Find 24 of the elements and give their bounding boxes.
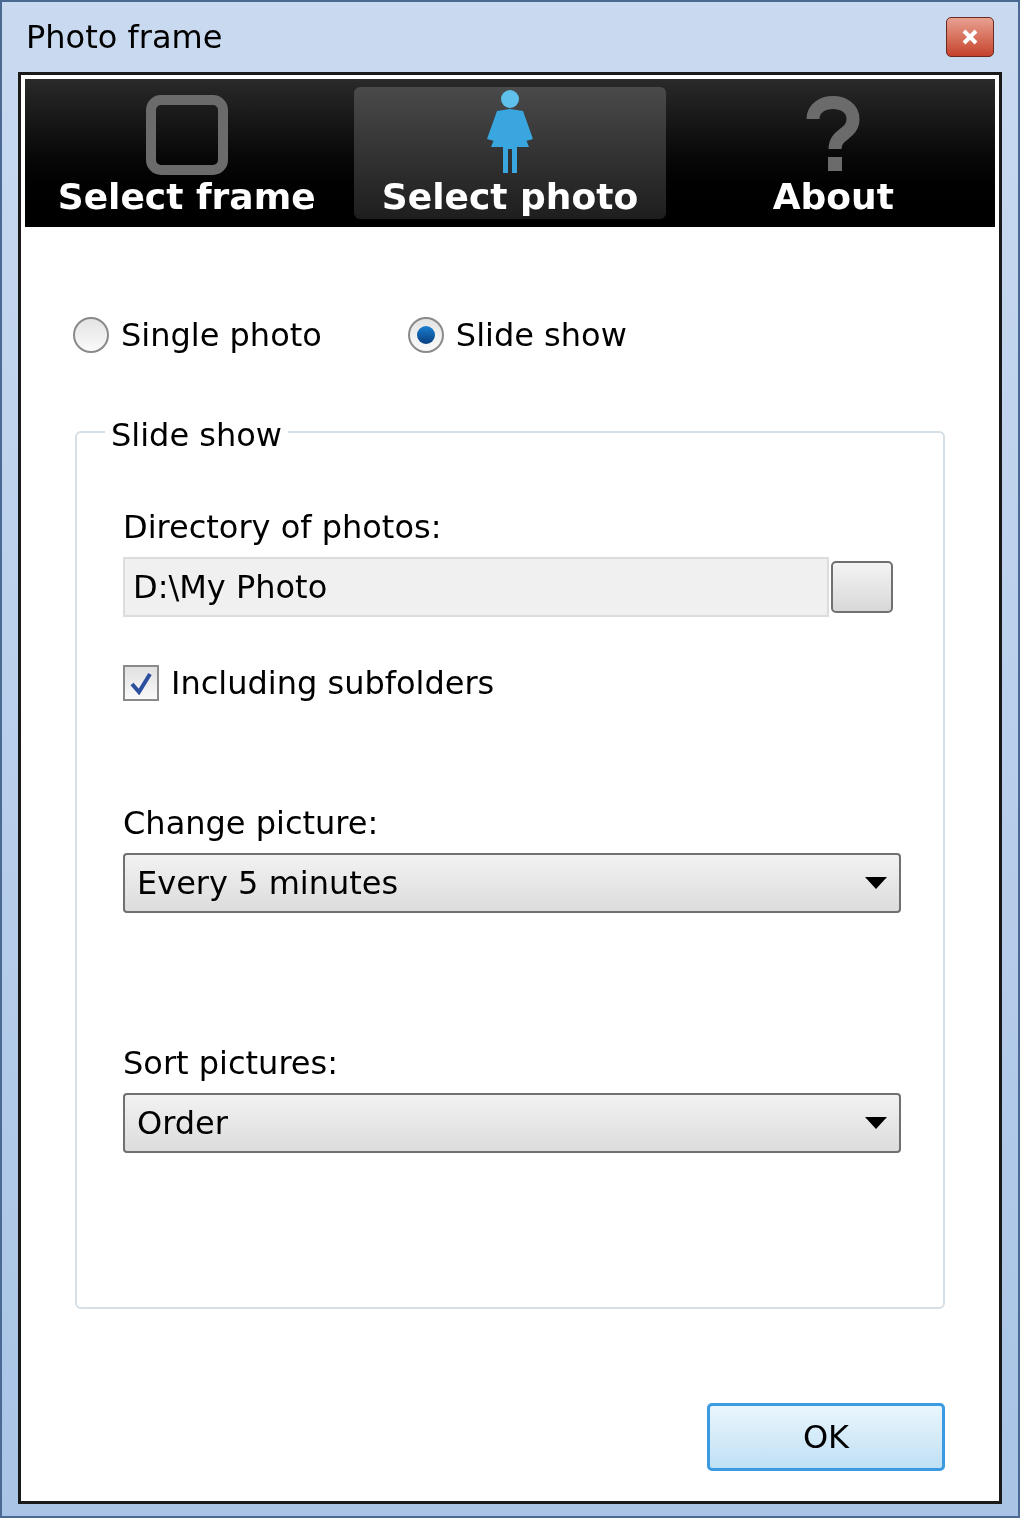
dropdown[interactable]: Every 5 minutes — [123, 853, 901, 913]
window-title: Photo frame — [26, 17, 223, 58]
radio-button[interactable] — [73, 317, 109, 353]
checkbox-label: Including subfolders — [171, 663, 495, 704]
field-label: Sort pictures: — [123, 1047, 339, 1079]
dropdown[interactable]: Order — [123, 1093, 901, 1153]
checkmark-icon — [129, 671, 153, 695]
browse-button[interactable] — [831, 561, 893, 613]
field-label: Directory of photos: — [123, 511, 443, 543]
dropdown-arrow-icon — [865, 1117, 887, 1129]
close-button[interactable] — [946, 17, 994, 57]
square-frame-icon — [144, 95, 229, 175]
radio-label: Slide show — [455, 315, 627, 356]
field-label: Change picture: — [123, 807, 380, 839]
tab[interactable]: About — [677, 87, 989, 219]
dropdown-arrow-icon — [865, 877, 887, 889]
tab[interactable]: Select photo — [354, 87, 666, 219]
checkbox[interactable] — [123, 665, 159, 701]
radio-label: Single photo — [121, 315, 322, 356]
close-icon — [961, 28, 979, 46]
tab[interactable]: Select frame — [31, 87, 343, 219]
directory-field[interactable]: D:\My Photo — [123, 557, 829, 617]
ok-button[interactable]: OK — [707, 1403, 945, 1471]
radio-button[interactable] — [407, 317, 444, 353]
